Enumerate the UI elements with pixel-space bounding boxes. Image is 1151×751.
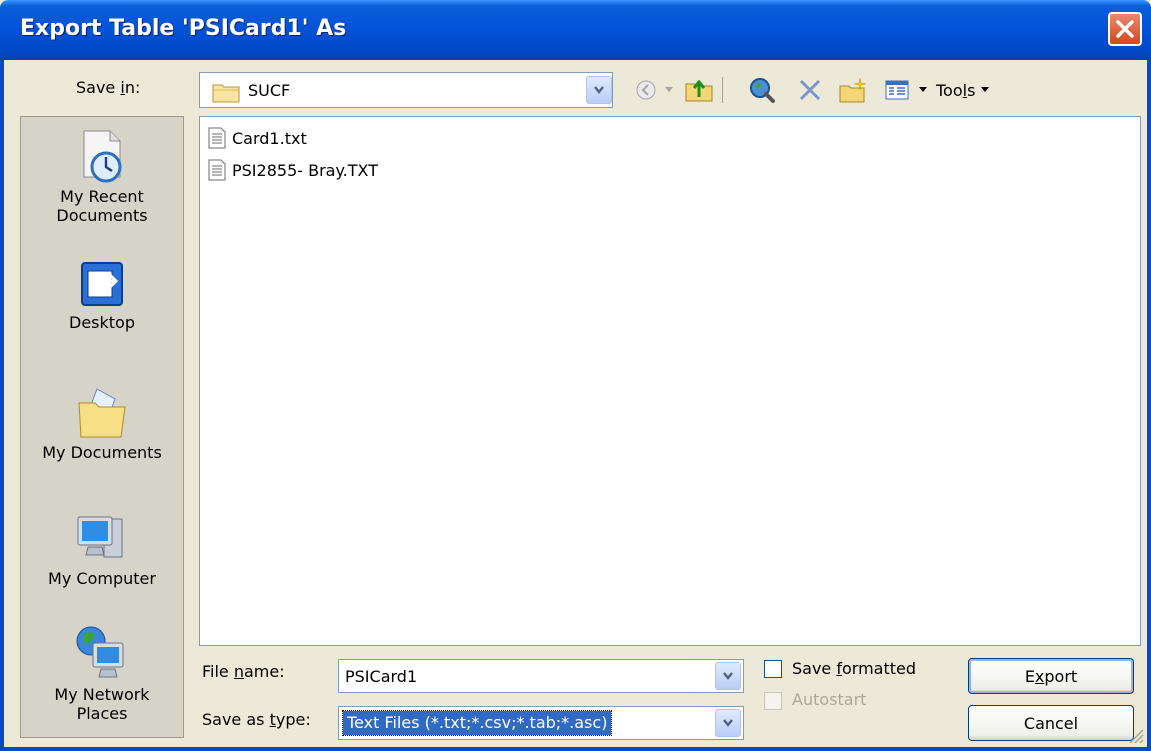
place-my-computer[interactable]: My Computer <box>21 509 183 588</box>
place-desktop[interactable]: Desktop <box>21 259 183 332</box>
tools-label: Tools <box>936 80 976 100</box>
file-name-label: File name: <box>202 662 285 681</box>
chevron-down-icon <box>723 719 733 727</box>
views-button[interactable] <box>880 74 914 106</box>
text-file-icon <box>208 127 226 149</box>
window-frame-right <box>1147 60 1151 751</box>
my-computer-icon <box>77 516 123 558</box>
file-name: Card1.txt <box>232 128 307 148</box>
triangle-down-icon <box>981 87 990 92</box>
recent-documents-icon <box>83 130 122 183</box>
triangle-down-icon <box>919 87 927 92</box>
chevron-down-icon <box>594 86 604 94</box>
up-folder-icon <box>685 79 713 102</box>
my-documents-icon <box>78 388 126 438</box>
close-icon <box>1116 20 1134 38</box>
save-in-dropdown-button[interactable] <box>586 76 612 104</box>
save-as-type-dropdown-button[interactable] <box>715 709 741 737</box>
up-one-level-button[interactable] <box>682 74 716 106</box>
search-web-icon <box>750 78 775 103</box>
place-my-recent-documents[interactable]: My Recent Documents <box>21 127 183 225</box>
file-list[interactable]: Card1.txt PSI2855- Bray.TXT <box>199 116 1141 646</box>
cancel-button[interactable]: Cancel <box>968 705 1134 741</box>
text-file-icon <box>208 159 226 181</box>
place-label-line2: Documents <box>56 206 148 225</box>
views-dropdown-button[interactable] <box>916 82 930 98</box>
place-label-line1: Desktop <box>69 313 135 332</box>
save-formatted-checkbox[interactable] <box>764 660 782 678</box>
network-places-icon <box>76 626 124 678</box>
place-my-documents[interactable]: My Documents <box>21 385 183 462</box>
save-formatted-label: Save formatted <box>792 659 917 678</box>
back-icon <box>636 80 656 100</box>
back-history-button[interactable] <box>662 82 676 98</box>
place-label-line1: My Network <box>54 685 150 704</box>
file-name-input[interactable]: PSICard1 <box>338 659 744 693</box>
window-frame-bottom <box>0 747 1151 751</box>
close-button[interactable] <box>1108 12 1142 46</box>
save-as-type-label: Save as type: <box>202 710 311 729</box>
title-bar[interactable]: Export Table 'PSICard1' As <box>0 0 1151 60</box>
toolbar-separator <box>719 74 725 106</box>
file-name: PSI2855- Bray.TXT <box>232 160 378 180</box>
autostart-label: Autostart <box>792 690 867 709</box>
save-in-dropdown[interactable]: SUCF <box>199 72 613 108</box>
places-bar: My Recent Documents Desktop My Documents… <box>20 116 184 738</box>
delete-icon <box>799 79 821 101</box>
views-icon <box>885 80 909 100</box>
resize-grip-icon[interactable] <box>1126 726 1144 744</box>
place-label-line2: Places <box>76 704 128 723</box>
place-label-line1: My Documents <box>42 443 162 462</box>
file-item[interactable]: PSI2855- Bray.TXT <box>208 159 378 181</box>
cancel-label: Cancel <box>1023 713 1079 733</box>
desktop-icon <box>81 262 123 306</box>
folder-icon <box>212 84 240 103</box>
place-label-line1: My Recent <box>60 187 144 206</box>
place-label-line1: My Computer <box>48 569 156 588</box>
autostart-checkbox[interactable] <box>764 692 782 710</box>
chevron-down-icon <box>723 672 733 680</box>
new-folder-icon <box>839 77 867 103</box>
file-item[interactable]: Card1.txt <box>208 127 307 149</box>
save-as-type-value: Text Files (*.txt;*.csv;*.tab;*.asc) <box>341 710 613 736</box>
triangle-down-icon <box>665 87 673 92</box>
tools-menu-button[interactable]: Tools <box>936 76 1022 104</box>
save-in-label: Save in: <box>76 78 141 97</box>
save-as-type-dropdown[interactable]: Text Files (*.txt;*.csv;*.tab;*.asc) <box>338 706 744 740</box>
search-web-button[interactable] <box>746 74 778 106</box>
window-title: Export Table 'PSICard1' As <box>20 16 347 41</box>
export-label: Export <box>1024 666 1078 686</box>
file-name-value: PSICard1 <box>345 667 418 686</box>
place-my-network-places[interactable]: My Network Places <box>21 623 183 723</box>
save-in-value: SUCF <box>248 81 291 100</box>
delete-button[interactable] <box>794 74 826 106</box>
export-button[interactable]: Export <box>968 658 1134 694</box>
back-button[interactable] <box>632 76 660 104</box>
new-folder-button[interactable] <box>836 74 870 106</box>
file-name-dropdown-button[interactable] <box>715 662 741 690</box>
